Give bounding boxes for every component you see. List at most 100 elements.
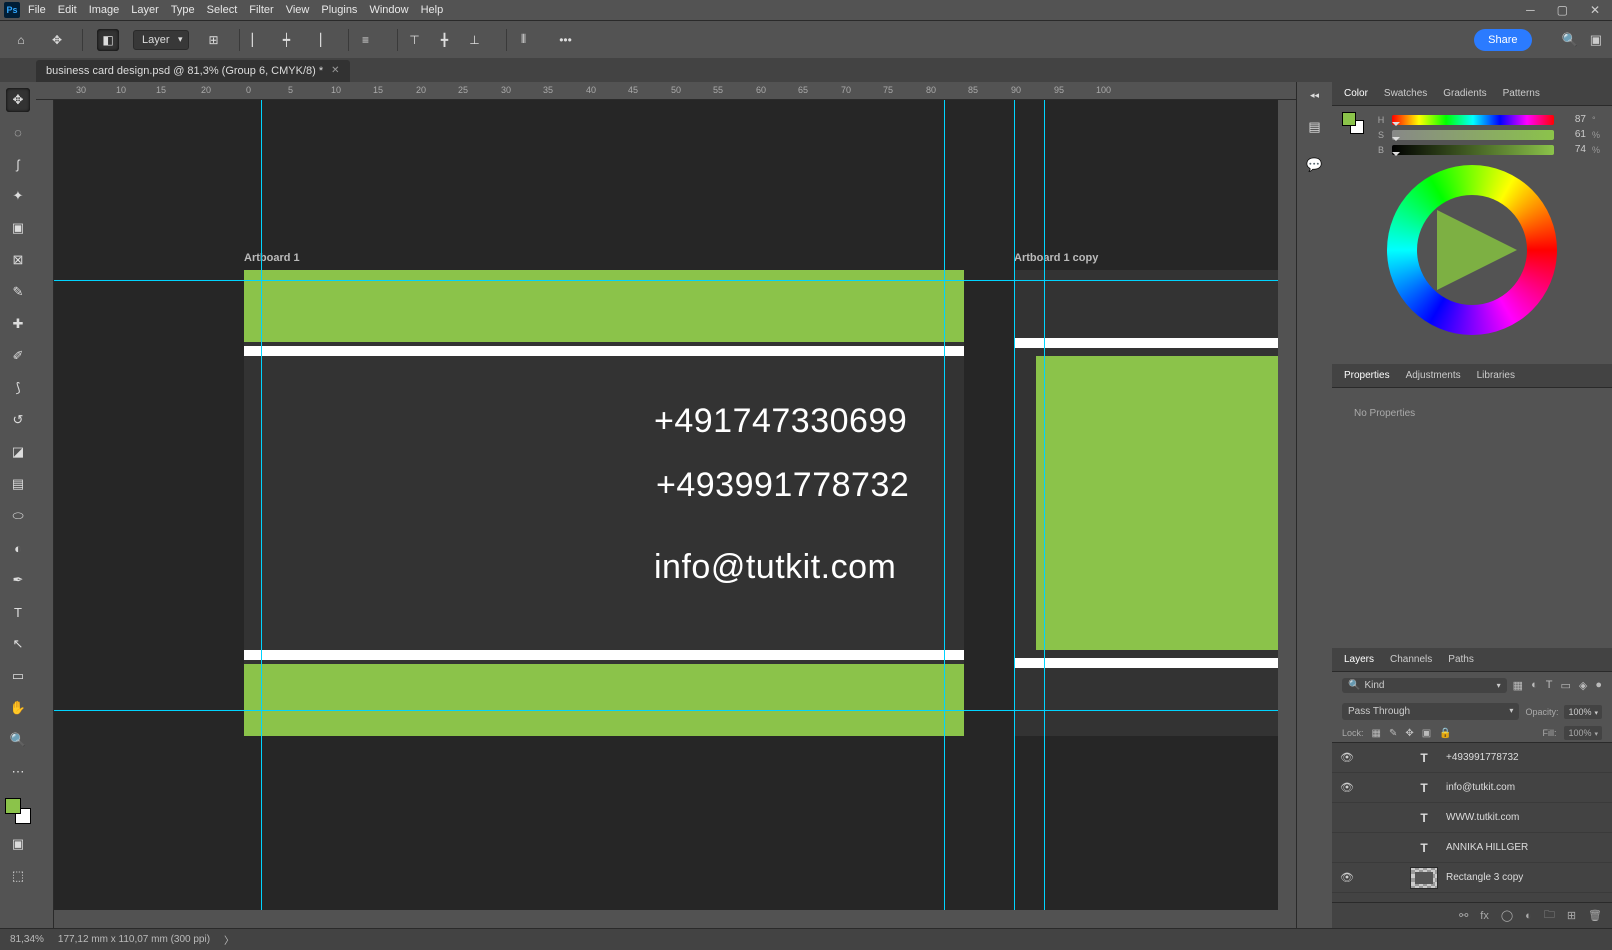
- align-bottom-icon[interactable]: ⊥: [464, 29, 486, 51]
- history-panel-icon[interactable]: ▤: [1303, 115, 1327, 139]
- menu-select[interactable]: Select: [207, 4, 238, 16]
- layer-target-select[interactable]: Layer: [133, 30, 189, 50]
- b-value[interactable]: 74: [1560, 144, 1586, 155]
- rect-white-bot[interactable]: [244, 650, 964, 660]
- marquee-tool[interactable]: ◌: [6, 120, 30, 144]
- visibility-eye-icon[interactable]: 👁: [1340, 871, 1354, 884]
- comments-panel-icon[interactable]: 💬: [1303, 153, 1327, 177]
- fx-icon[interactable]: fx: [1480, 910, 1489, 922]
- type-tool[interactable]: T: [6, 600, 30, 624]
- menu-help[interactable]: Help: [421, 4, 444, 16]
- lock-trans-icon[interactable]: ▦: [1372, 728, 1381, 739]
- pen-tool[interactable]: ✒: [6, 568, 30, 592]
- distribute-icon[interactable]: ⫴: [513, 29, 535, 51]
- screenmode-icon[interactable]: ⬚: [6, 864, 30, 888]
- zoom-level[interactable]: 81,34%: [10, 934, 44, 945]
- menu-type[interactable]: Type: [171, 4, 195, 16]
- layer-name[interactable]: WWW.tutkit.com: [1446, 812, 1519, 823]
- maximize-icon[interactable]: ▢: [1557, 3, 1568, 17]
- filter-type-icon[interactable]: T: [1546, 679, 1553, 692]
- menu-window[interactable]: Window: [369, 4, 408, 16]
- filter-smart-icon[interactable]: ◈: [1579, 679, 1587, 692]
- text-email[interactable]: info@tutkit.com: [654, 548, 896, 587]
- bri-slider[interactable]: [1392, 145, 1554, 155]
- blur-tool[interactable]: ⬭: [6, 504, 30, 528]
- frame-tool[interactable]: ⊠: [6, 248, 30, 272]
- eyedropper-tool[interactable]: ✎: [6, 280, 30, 304]
- history-brush-tool[interactable]: ↺: [6, 408, 30, 432]
- filter-shape-icon[interactable]: ▭: [1560, 679, 1570, 692]
- search-icon[interactable]: 🔍: [1562, 32, 1578, 48]
- menu-file[interactable]: File: [28, 4, 46, 16]
- stamp-tool[interactable]: ⟆: [6, 376, 30, 400]
- foreground-color[interactable]: [5, 798, 21, 814]
- rect-green-bot[interactable]: [244, 664, 964, 736]
- filter-toggle-icon[interactable]: ●: [1595, 679, 1602, 692]
- link-layers-icon[interactable]: ⚯: [1459, 909, 1468, 922]
- menu-image[interactable]: Image: [89, 4, 120, 16]
- brush-tool[interactable]: ✐: [6, 344, 30, 368]
- transform-controls-toggle[interactable]: ⊞: [203, 29, 225, 51]
- doc-dimensions[interactable]: 177,12 mm x 110,07 mm (300 ppi): [58, 934, 210, 945]
- layer-name[interactable]: ANNIKA HILLGER: [1446, 842, 1528, 853]
- artboard-label[interactable]: Artboard 1 copy: [1014, 252, 1098, 264]
- color-swatch[interactable]: [5, 798, 31, 824]
- artboard-label[interactable]: Artboard 1: [244, 252, 300, 264]
- color-swatch-mini[interactable]: [1342, 112, 1364, 134]
- filter-pixel-icon[interactable]: ▦: [1513, 679, 1523, 692]
- auto-select-toggle[interactable]: ◧: [97, 29, 119, 51]
- home-icon[interactable]: ⌂: [10, 29, 32, 51]
- hand-tool[interactable]: ✋: [6, 696, 30, 720]
- guide[interactable]: [261, 100, 262, 910]
- layer-row[interactable]: 👁T+493991778732: [1332, 743, 1612, 773]
- minimize-icon[interactable]: ─: [1526, 3, 1535, 17]
- tab-patterns[interactable]: Patterns: [1503, 88, 1540, 99]
- canvas[interactable]: Artboard 1 +491747330699 +493991778732 i…: [54, 100, 1278, 910]
- status-chevron-icon[interactable]: 〉: [224, 932, 234, 947]
- dodge-tool[interactable]: ◐: [6, 536, 30, 560]
- menu-view[interactable]: View: [286, 4, 310, 16]
- crop-tool[interactable]: ▣: [6, 216, 30, 240]
- new-layer-icon[interactable]: ⊞: [1567, 909, 1576, 922]
- wand-tool[interactable]: ✦: [6, 184, 30, 208]
- tab-properties[interactable]: Properties: [1344, 370, 1390, 381]
- gradient-tool[interactable]: ▤: [6, 472, 30, 496]
- rect-white-top[interactable]: [1014, 338, 1278, 348]
- lock-pos-icon[interactable]: ✥: [1405, 728, 1413, 739]
- artboard-1[interactable]: Artboard 1 +491747330699 +493991778732 i…: [244, 270, 964, 736]
- filter-adjust-icon[interactable]: ◐: [1531, 679, 1538, 692]
- tab-swatches[interactable]: Swatches: [1384, 88, 1427, 99]
- group-icon[interactable]: 🗀: [1544, 906, 1555, 925]
- layer-row[interactable]: 👁Rectangle 3 copy: [1332, 863, 1612, 893]
- ruler-horizontal[interactable]: 30 10 15 20 0 5 10 15 20 25 30 35 40 45 …: [36, 82, 1296, 100]
- tab-adjustments[interactable]: Adjustments: [1406, 370, 1461, 381]
- hue-slider[interactable]: [1392, 115, 1554, 125]
- healing-tool[interactable]: ✚: [6, 312, 30, 336]
- close-icon[interactable]: ✕: [1590, 3, 1600, 17]
- opacity-value[interactable]: 100%: [1564, 705, 1602, 719]
- s-value[interactable]: 61: [1560, 129, 1586, 140]
- rect-white-top[interactable]: [244, 346, 964, 356]
- tab-close-icon[interactable]: ✕: [331, 65, 339, 77]
- quickmask-icon[interactable]: ▣: [6, 832, 30, 856]
- sat-slider[interactable]: [1392, 130, 1554, 140]
- eraser-tool[interactable]: ◪: [6, 440, 30, 464]
- lock-all-icon[interactable]: 🔒: [1439, 728, 1451, 739]
- blend-mode-select[interactable]: Pass Through: [1342, 703, 1519, 720]
- layer-row[interactable]: 👁Tinfo@tutkit.com: [1332, 773, 1612, 803]
- visibility-eye-icon[interactable]: 👁: [1340, 751, 1354, 764]
- guide[interactable]: [944, 100, 945, 910]
- edit-toolbar[interactable]: ⋯: [6, 760, 30, 784]
- visibility-eye-icon[interactable]: 👁: [1340, 781, 1354, 794]
- guide[interactable]: [54, 710, 1278, 711]
- h-value[interactable]: 87: [1560, 114, 1586, 125]
- move-tool-icon[interactable]: ✥: [46, 29, 68, 51]
- delete-layer-icon[interactable]: 🗑: [1588, 909, 1602, 922]
- align-right-icon[interactable]: ▕: [306, 29, 328, 51]
- menu-bar[interactable]: File Edit Image Layer Type Select Filter…: [28, 4, 443, 16]
- align-justify-icon[interactable]: ≡: [355, 29, 377, 51]
- rect-white-bot[interactable]: [1014, 658, 1278, 668]
- tab-paths[interactable]: Paths: [1448, 654, 1474, 665]
- rect-green-mid[interactable]: [1036, 356, 1278, 650]
- guide[interactable]: [54, 280, 1278, 281]
